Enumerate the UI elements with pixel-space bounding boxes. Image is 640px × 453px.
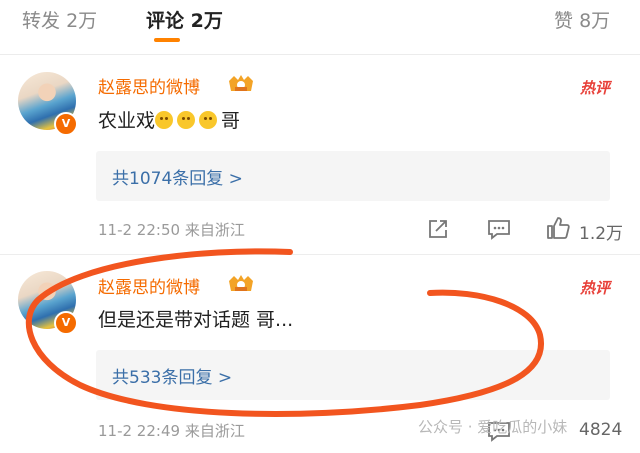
tab-active-indicator bbox=[154, 38, 180, 42]
comment-meta: 11-2 22:49 来自浙江 bbox=[98, 420, 245, 441]
tab-repost-label: 转发 bbox=[22, 10, 61, 32]
comment-content: 农业戏 哥 bbox=[98, 106, 240, 133]
sweat-smile-icon bbox=[155, 111, 174, 129]
comment-content: 但是还是带对话题 哥... bbox=[98, 305, 293, 332]
comment-source: 来自浙江 bbox=[184, 221, 245, 239]
tab-repost[interactable]: 转发 2万 bbox=[22, 6, 97, 33]
comment-divider bbox=[0, 254, 640, 255]
comment-text-tail: 哥 bbox=[221, 110, 241, 132]
sweat-smile-icon bbox=[199, 111, 218, 129]
comment-meta: 11-2 22:50 来自浙江 bbox=[98, 219, 245, 240]
reply-count-label: 共533条回复 > bbox=[112, 368, 233, 388]
replies-link[interactable]: 共533条回复 > bbox=[96, 350, 610, 400]
tab-comments-label: 评论 bbox=[146, 10, 185, 32]
share-icon[interactable] bbox=[427, 218, 449, 240]
replies-link[interactable]: 共1074条回复 > bbox=[96, 151, 610, 201]
hot-comment-badge: 热评 bbox=[580, 79, 611, 97]
comment-icon[interactable] bbox=[487, 218, 511, 240]
comment-text: 但是还是带对话题 哥... bbox=[98, 309, 294, 331]
watermark: 公众号 · 爱吃瓜的小妹 bbox=[418, 416, 567, 437]
tabbar-divider bbox=[0, 54, 640, 55]
comment-username[interactable]: 赵露思的微博 bbox=[98, 273, 200, 298]
watermark-text: 公众号 · 爱吃瓜的小妹 bbox=[418, 418, 568, 436]
sweat-smile-icon bbox=[177, 111, 196, 129]
comment-tabbar: 转发 2万 评论 2万 赞 8万 bbox=[0, 0, 640, 44]
crown-fan-badge-icon bbox=[229, 75, 253, 91]
comment-username[interactable]: 赵露思的微博 bbox=[98, 73, 200, 98]
tab-repost-count: 2万 bbox=[66, 10, 98, 32]
comment-timestamp: 11-2 22:50 bbox=[98, 221, 181, 239]
comment-timestamp: 11-2 22:49 bbox=[98, 422, 181, 440]
verified-badge-icon: V bbox=[54, 112, 78, 136]
reply-count-label: 共1074条回复 > bbox=[112, 169, 243, 189]
tab-comments-count: 2万 bbox=[190, 10, 223, 32]
comment-text: 农业戏 bbox=[98, 110, 156, 132]
comment-source: 来自浙江 bbox=[184, 422, 245, 440]
thumbs-up-icon[interactable] bbox=[545, 215, 571, 241]
tab-likes[interactable]: 赞 8万 bbox=[554, 6, 610, 33]
tab-likes-label: 赞 bbox=[554, 10, 574, 32]
tab-comments[interactable]: 评论 2万 bbox=[146, 6, 223, 33]
like-count: 4824 bbox=[579, 420, 623, 440]
verified-badge-icon: V bbox=[54, 311, 78, 335]
tab-likes-count: 8万 bbox=[579, 10, 611, 32]
hot-comment-badge: 热评 bbox=[580, 279, 611, 297]
like-count: 1.2万 bbox=[579, 224, 624, 244]
crown-fan-badge-icon bbox=[229, 275, 253, 291]
